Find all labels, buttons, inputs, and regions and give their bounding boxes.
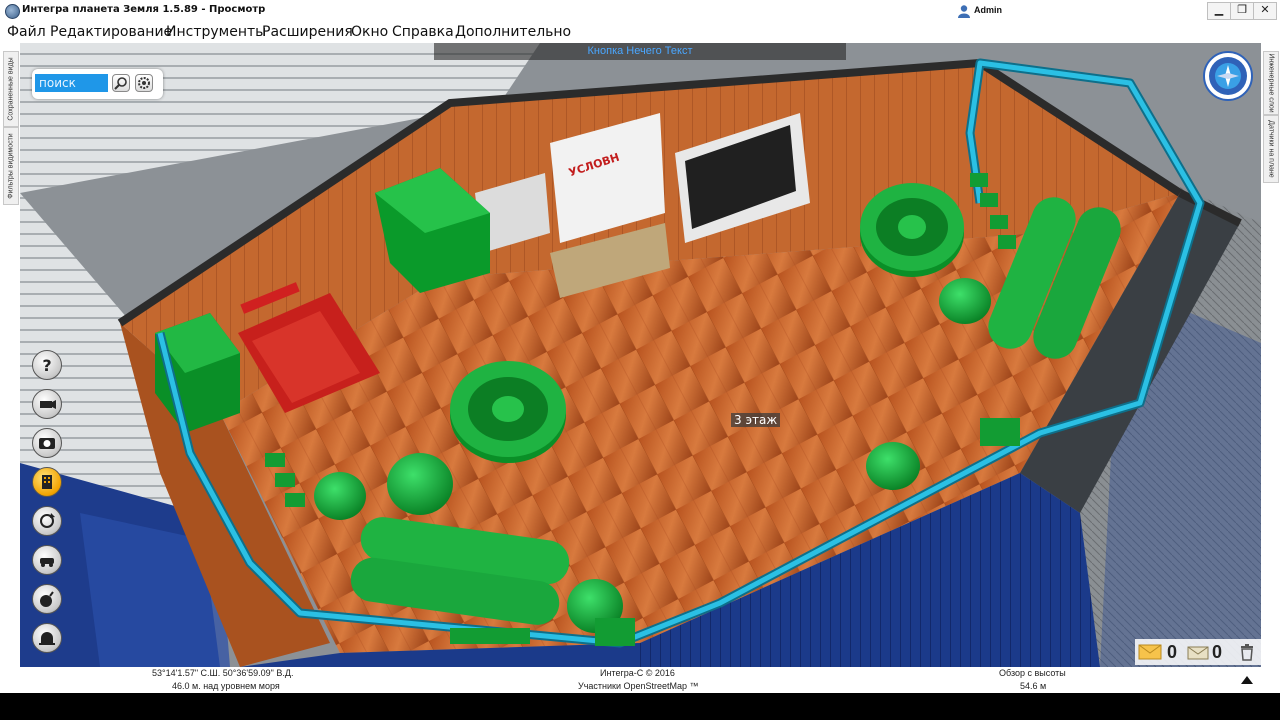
rotate-button[interactable] [32, 506, 62, 536]
menu-file[interactable]: Файл [7, 24, 46, 40]
vehicle-icon [40, 558, 54, 567]
tab-engineering-layers[interactable]: Инженерные слои [1263, 51, 1279, 115]
app-globe-icon [5, 4, 20, 19]
altitude-text: 46.0 м. над уровнем моря [172, 681, 280, 691]
photo-icon [39, 438, 55, 449]
view-label: Обзор с высоты [999, 668, 1066, 678]
3d-viewport[interactable]: УСЛОВН Кнопка Нечего Текст 3 этаж ? 0 0 [20, 43, 1261, 667]
unread-mail-icon[interactable] [1138, 644, 1162, 660]
search-panel [32, 69, 163, 99]
close-button[interactable]: ✕ [1253, 2, 1277, 20]
fan-right [860, 183, 964, 277]
floor-label: 3 этаж [731, 413, 781, 427]
trash-icon[interactable] [1239, 643, 1255, 661]
tab-saved-views[interactable]: Сохраненные виды [3, 51, 19, 127]
right-side-panel: Инженерные слои Датчики на плане [1261, 43, 1280, 667]
menu-help[interactable]: Справка [392, 24, 454, 40]
floor-banner-label: Кнопка Нечего Текст [587, 45, 693, 57]
rotate-icon [40, 513, 55, 528]
search-button[interactable] [112, 74, 130, 92]
menu-edit[interactable]: Редактирование [50, 24, 172, 40]
tab-visibility-filters[interactable]: Фильтры видимости [3, 127, 19, 205]
search-settings-button[interactable] [135, 74, 153, 92]
vehicle-button[interactable] [32, 545, 62, 575]
read-count: 0 [1212, 642, 1223, 662]
help-icon: ? [42, 356, 51, 375]
help-button[interactable]: ? [32, 350, 62, 380]
status-bar: 53°14'1.57" С.Ш. 50°36'59.09" В.Д. 46.0 … [0, 667, 1280, 693]
floor-banner[interactable]: Кнопка Нечего Текст [434, 43, 846, 60]
tab-plan-sensors[interactable]: Датчики на плане [1263, 115, 1279, 183]
building-icon [42, 475, 52, 489]
title-bar: Интегра планета Земля 1.5.89 - Просмотр … [0, 0, 1280, 23]
osm-credit-text: Участники OpenStreetMap ™ [578, 681, 699, 691]
fan-left [450, 361, 566, 463]
svg-text:?: ? [42, 356, 51, 375]
building-scene: УСЛОВН [20, 43, 1261, 667]
expand-up-icon[interactable] [1240, 675, 1254, 685]
view-height: 54.6 м [1020, 681, 1047, 691]
taskbar-area [0, 693, 1280, 720]
compass-icon[interactable] [1203, 51, 1253, 101]
alarm-button[interactable] [32, 623, 62, 653]
window-title: Интегра планета Земля 1.5.89 - Просмотр [22, 4, 266, 15]
bomb-button[interactable] [32, 584, 62, 614]
copyright-text: Интегра-С © 2016 [600, 668, 675, 678]
menu-window[interactable]: Окно [351, 24, 388, 40]
coordinates-text: 53°14'1.57" С.Ш. 50°36'59.09" В.Д. [152, 668, 294, 678]
read-mail-icon[interactable] [1187, 644, 1209, 660]
messages-indicator: 0 0 [1135, 639, 1261, 665]
restore-button[interactable]: ❐ [1230, 2, 1254, 20]
camera-icon [40, 400, 56, 409]
gear-icon [138, 77, 150, 89]
tab-engineering-layers-label: Инженерные слои [1267, 53, 1275, 113]
tab-saved-views-label: Сохраненные виды [7, 57, 15, 121]
tab-visibility-filters-label: Фильтры видимости [7, 133, 15, 199]
search-input[interactable] [35, 74, 108, 92]
user-name[interactable]: Admin [974, 5, 1002, 15]
menu-additional[interactable]: Дополнительно [455, 24, 571, 40]
user-icon [958, 5, 970, 18]
building-button[interactable] [32, 467, 62, 497]
search-icon [114, 77, 127, 90]
menu-bar: Файл Редактирование Инструменты Расширен… [0, 22, 1280, 43]
bomb-icon [40, 591, 54, 607]
tab-plan-sensors-label: Датчики на плане [1267, 120, 1275, 178]
minimize-button[interactable]: ▁ [1207, 2, 1231, 20]
menu-extensions[interactable]: Расширения [262, 24, 353, 40]
left-side-panel: Сохраненные виды Фильтры видимости [0, 43, 20, 667]
alarm-icon [39, 632, 55, 645]
camera-button[interactable] [32, 389, 62, 419]
menu-tools[interactable]: Инструменты [166, 24, 266, 40]
unread-count: 0 [1167, 642, 1178, 662]
photo-button[interactable] [32, 428, 62, 458]
